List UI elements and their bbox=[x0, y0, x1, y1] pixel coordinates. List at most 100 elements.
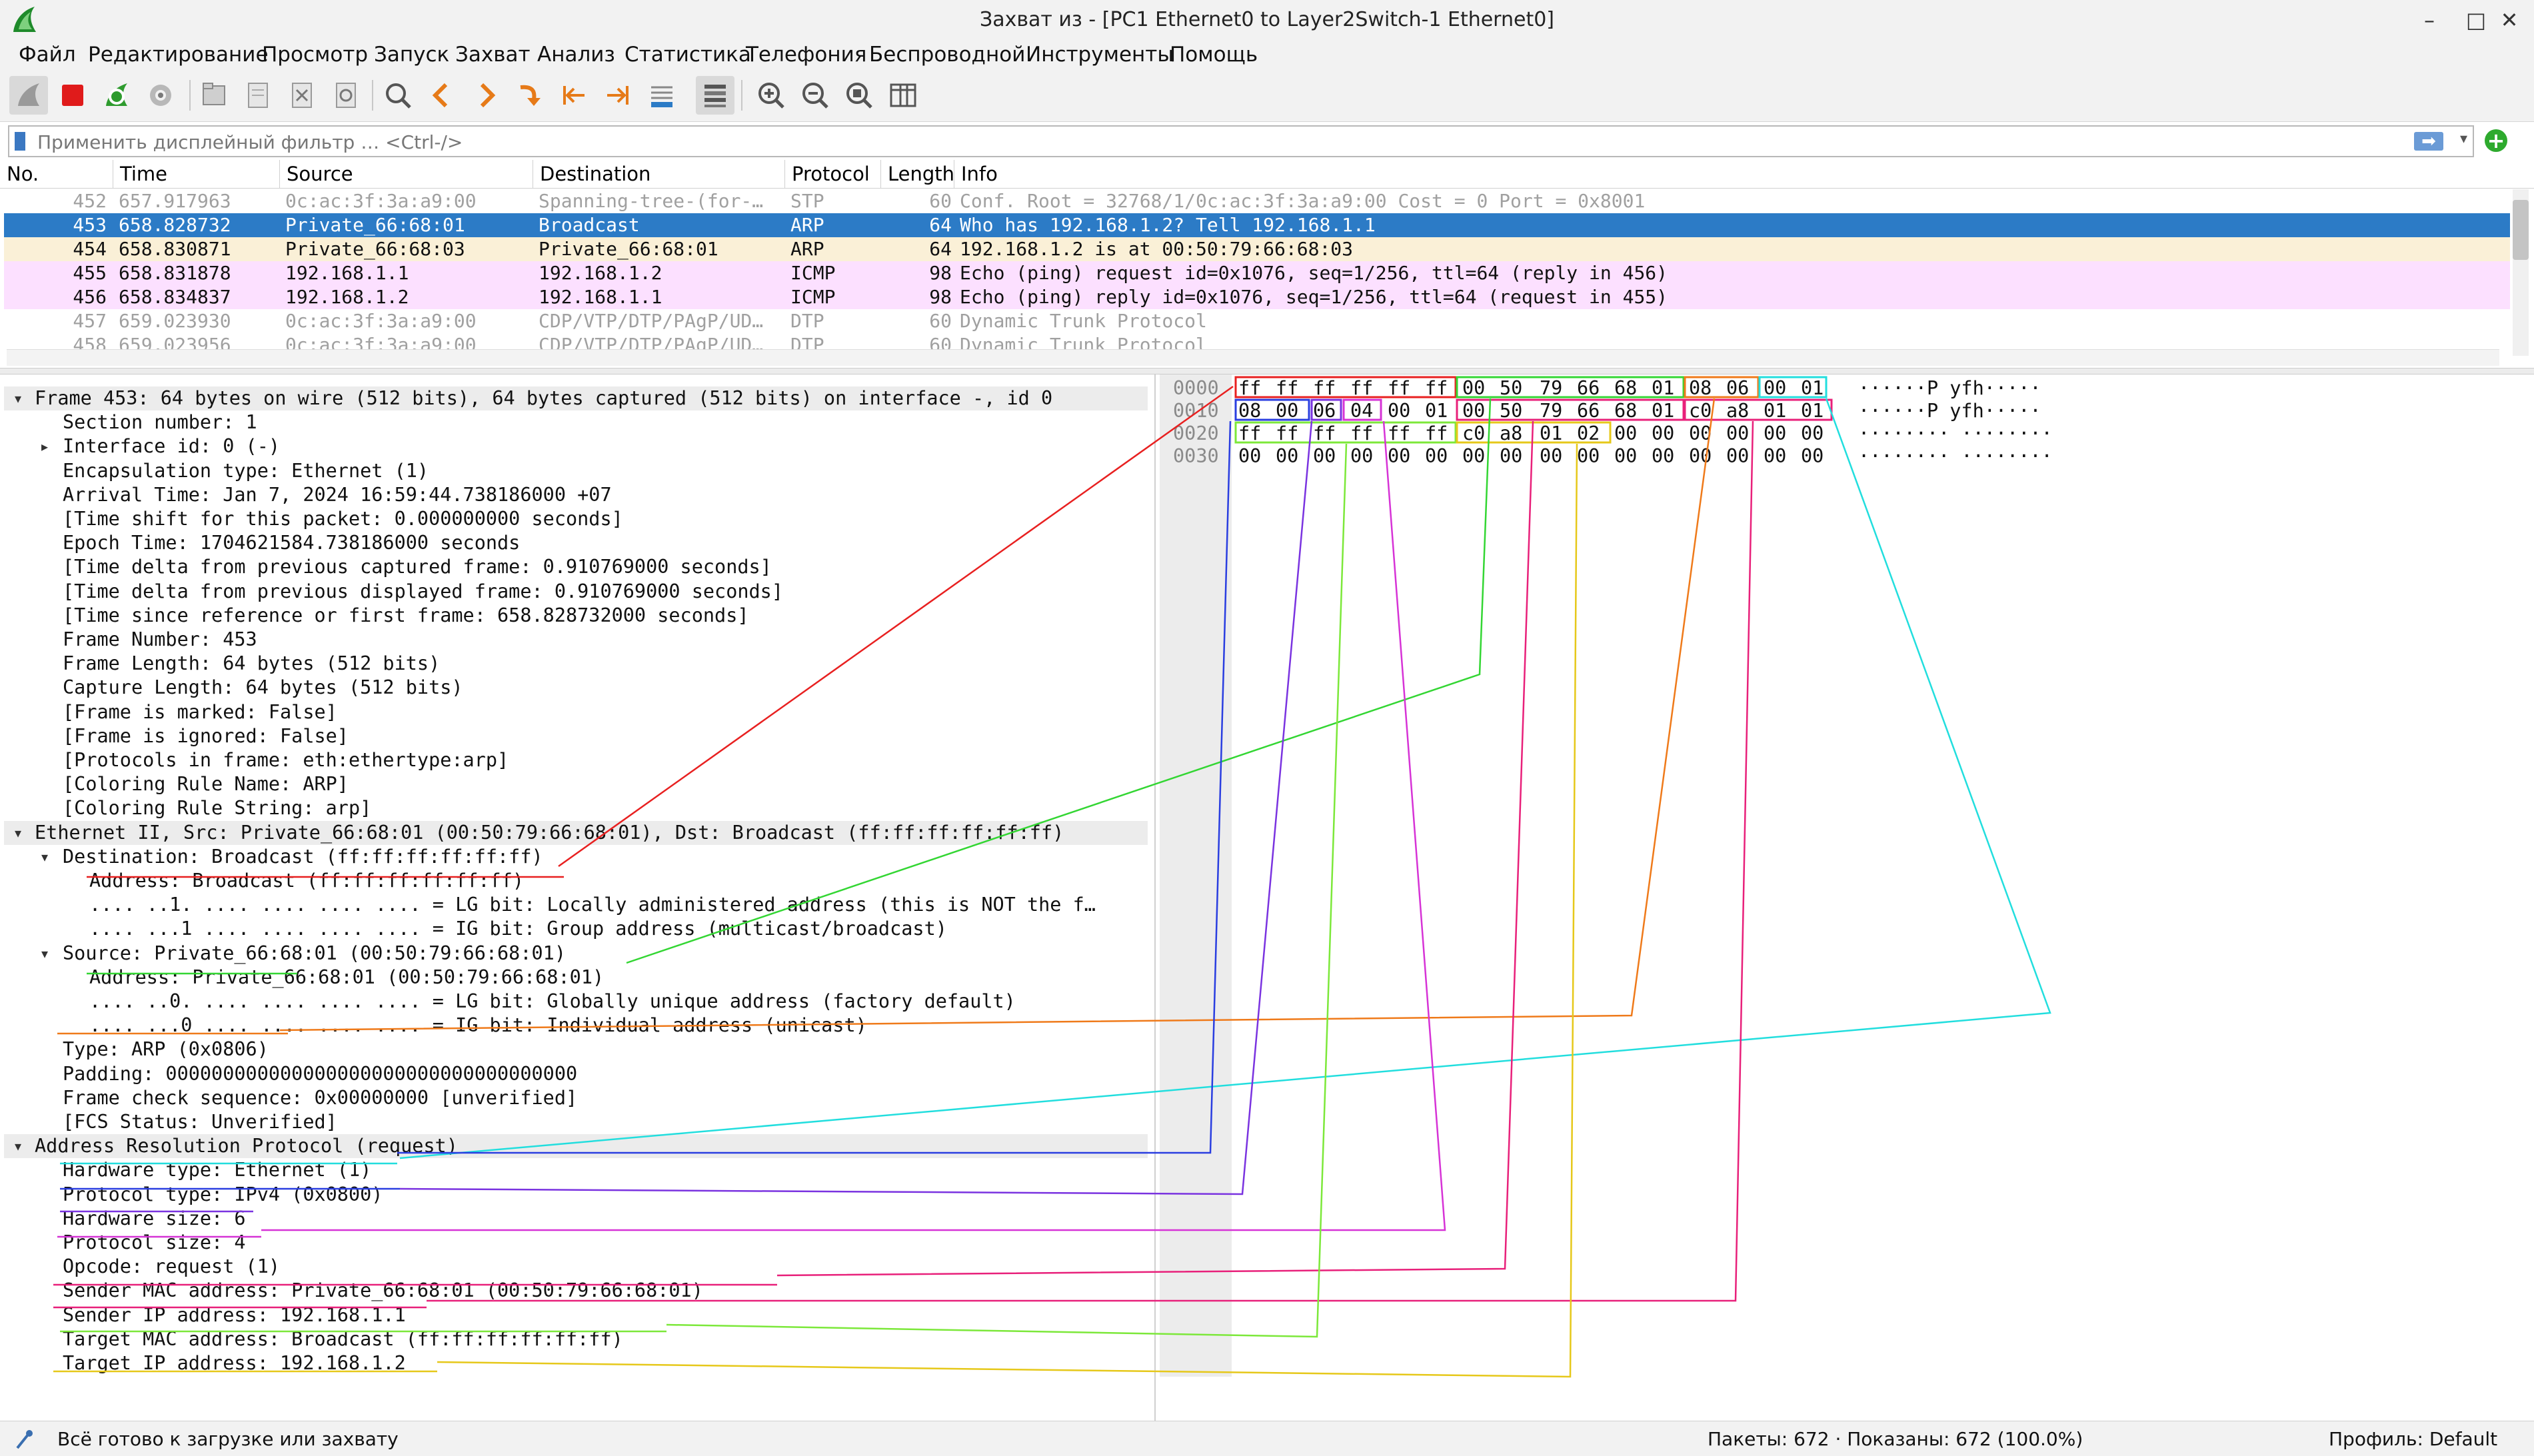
detail-field[interactable]: [Frame is ignored: False] bbox=[63, 724, 349, 748]
hex-byte[interactable]: ff bbox=[1276, 422, 1298, 445]
zoom-in-icon[interactable] bbox=[752, 76, 790, 115]
packet-list-scroll-thumb[interactable] bbox=[2513, 200, 2529, 260]
detail-field[interactable]: Hardware type: Ethernet (1) bbox=[63, 1158, 371, 1182]
ascii-dump[interactable]: ······P yfh····· bbox=[1858, 400, 2041, 422]
hex-byte[interactable]: 08 bbox=[1238, 400, 1261, 422]
hex-byte[interactable]: 00 bbox=[1462, 445, 1485, 468]
hex-byte[interactable]: 00 bbox=[1425, 445, 1448, 468]
hex-byte[interactable]: ff bbox=[1350, 377, 1373, 400]
column-protocol[interactable]: Protocol bbox=[785, 160, 881, 188]
hex-byte[interactable]: 50 bbox=[1500, 377, 1522, 400]
detail-field[interactable]: [Time since reference or first frame: 65… bbox=[63, 604, 749, 628]
hex-byte[interactable]: 08 bbox=[1689, 377, 1712, 400]
detail-field[interactable]: Arrival Time: Jan 7, 2024 16:59:44.73818… bbox=[63, 483, 612, 507]
hex-byte[interactable]: 00 bbox=[1388, 400, 1410, 422]
menu-telephony[interactable]: Телефония bbox=[746, 43, 866, 67]
menu-edit[interactable]: Редактирование bbox=[88, 43, 269, 67]
apply-filter-arrow-icon[interactable]: ➡ bbox=[2414, 132, 2443, 151]
menu-go[interactable]: Запуск bbox=[374, 43, 449, 67]
hex-byte[interactable]: ff bbox=[1276, 377, 1298, 400]
go-first-icon[interactable] bbox=[555, 76, 593, 115]
zoom-out-icon[interactable] bbox=[796, 76, 834, 115]
hex-byte[interactable]: 00 bbox=[1764, 445, 1786, 468]
hex-byte[interactable]: 01 bbox=[1652, 377, 1674, 400]
hex-byte[interactable]: 00 bbox=[1726, 422, 1749, 445]
display-filter-input[interactable] bbox=[36, 127, 2371, 157]
hex-byte[interactable]: 00 bbox=[1764, 377, 1786, 400]
expand-arrow-icon[interactable]: ▸ bbox=[41, 438, 48, 454]
ascii-dump[interactable]: ······P yfh····· bbox=[1858, 377, 2041, 400]
go-to-packet-icon[interactable] bbox=[511, 76, 549, 115]
hex-byte[interactable]: 01 bbox=[1801, 377, 1824, 400]
hex-byte[interactable]: 66 bbox=[1577, 377, 1600, 400]
detail-field[interactable]: .... ...1 .... .... .... .... = IG bit: … bbox=[89, 917, 947, 941]
detail-field[interactable]: [Time shift for this packet: 0.000000000… bbox=[63, 507, 623, 531]
detail-field[interactable]: .... ..0. .... .... .... .... = LG bit: … bbox=[89, 990, 1016, 1014]
filter-bookmark-icon[interactable] bbox=[15, 132, 25, 151]
expert-info-icon[interactable] bbox=[15, 1429, 37, 1449]
hex-byte[interactable]: 00 bbox=[1614, 445, 1637, 468]
detail-field[interactable]: Protocol type: IPv4 (0x0800) bbox=[63, 1183, 383, 1207]
hex-byte[interactable]: 01 bbox=[1652, 400, 1674, 422]
close-file-icon[interactable] bbox=[283, 76, 321, 115]
detail-field[interactable]: Address: Broadcast (ff:ff:ff:ff:ff:ff) bbox=[89, 869, 524, 893]
hex-byte[interactable]: ff bbox=[1425, 422, 1448, 445]
hex-byte[interactable]: 01 bbox=[1425, 400, 1448, 422]
hex-byte[interactable]: ff bbox=[1388, 422, 1410, 445]
detail-field[interactable]: [FCS Status: Unverified] bbox=[63, 1110, 337, 1134]
hex-byte[interactable]: 00 bbox=[1614, 422, 1637, 445]
hex-byte[interactable]: 68 bbox=[1614, 400, 1637, 422]
menu-wireless[interactable]: Беспроводной bbox=[869, 43, 1025, 67]
column-length[interactable]: Length bbox=[881, 160, 954, 188]
shark-fin-start-icon[interactable] bbox=[9, 76, 48, 115]
filter-history-dropdown-icon[interactable]: ▾ bbox=[2460, 131, 2467, 147]
hex-byte[interactable]: 00 bbox=[1238, 445, 1261, 468]
hex-byte[interactable]: 00 bbox=[1462, 377, 1485, 400]
detail-field[interactable]: [Frame is marked: False] bbox=[63, 700, 337, 724]
normal-size-icon[interactable] bbox=[840, 76, 878, 115]
packet-row[interactable]: 457 659.023930 0c:ac:3f:3a:a9:00 CDP/VTP/DT… bbox=[4, 309, 2510, 333]
hex-byte[interactable]: 04 bbox=[1350, 400, 1373, 422]
detail-field[interactable]: Hardware size: 6 bbox=[63, 1207, 246, 1231]
hex-byte[interactable]: 00 bbox=[1577, 445, 1600, 468]
detail-field[interactable]: Frame Length: 64 bytes (512 bits) bbox=[63, 652, 440, 676]
hex-byte[interactable]: ff bbox=[1313, 377, 1336, 400]
packet-row[interactable]: 456 658.834837 192.168.1.2 192.168.1.1 ICMP 9… bbox=[4, 285, 2510, 309]
detail-field[interactable]: Protocol size: 4 bbox=[63, 1231, 246, 1255]
menu-tools[interactable]: Инструменты bbox=[1026, 43, 1174, 67]
hex-byte[interactable]: 00 bbox=[1652, 422, 1674, 445]
detail-field[interactable]: [Coloring Rule String: arp] bbox=[63, 796, 371, 820]
detail-section[interactable]: Address Resolution Protocol (request) bbox=[4, 1134, 1148, 1159]
hex-byte[interactable]: ff bbox=[1425, 377, 1448, 400]
hex-byte[interactable]: 00 bbox=[1540, 445, 1562, 468]
hex-byte[interactable]: 00 bbox=[1801, 422, 1824, 445]
detail-section[interactable]: Frame 453: 64 bytes on wire (512 bits), … bbox=[4, 386, 1148, 410]
detail-field[interactable]: .... ..1. .... .... .... .... = LG bit: … bbox=[89, 893, 1096, 917]
go-last-icon[interactable] bbox=[599, 76, 637, 115]
packet-row[interactable]: 455 658.831878 192.168.1.1 192.168.1.2 ICMP 9… bbox=[4, 261, 2510, 285]
hex-byte[interactable]: 00 bbox=[1276, 400, 1298, 422]
collapse-arrow-icon[interactable]: ▾ bbox=[15, 390, 21, 406]
detail-field[interactable]: Sender MAC address: Private_66:68:01 (00… bbox=[63, 1279, 703, 1303]
detail-field[interactable]: .... ...0 .... .... .... .... = IG bit: … bbox=[89, 1014, 867, 1038]
detail-field[interactable]: Epoch Time: 1704621584.738186000 seconds bbox=[63, 531, 520, 555]
hex-byte[interactable]: 00 bbox=[1689, 445, 1712, 468]
hex-byte[interactable]: ff bbox=[1388, 377, 1410, 400]
menu-help[interactable]: Помощь bbox=[1170, 43, 1258, 67]
hex-byte[interactable]: 02 bbox=[1577, 422, 1600, 445]
hex-byte[interactable]: 00 bbox=[1652, 445, 1674, 468]
detail-field[interactable]: Source: Private_66:68:01 (00:50:79:66:68… bbox=[63, 942, 566, 966]
detail-field[interactable]: Target IP address: 192.168.1.2 bbox=[63, 1351, 406, 1375]
restart-capture-icon[interactable] bbox=[97, 76, 136, 115]
hex-byte[interactable]: a8 bbox=[1726, 400, 1749, 422]
hex-byte[interactable]: 00 bbox=[1726, 445, 1749, 468]
detail-field[interactable]: Sender IP address: 192.168.1.1 bbox=[63, 1303, 406, 1327]
autoscroll-icon[interactable] bbox=[642, 76, 681, 115]
hex-byte[interactable]: 00 bbox=[1313, 445, 1336, 468]
detail-field[interactable]: Address: Private_66:68:01 (00:50:79:66:6… bbox=[89, 966, 604, 990]
packet-row[interactable]: 454 658.830871 Private_66:68:03 Private_66:… bbox=[4, 237, 2510, 261]
minimize-button[interactable]: – bbox=[2413, 4, 2446, 36]
colorize-icon[interactable] bbox=[696, 76, 734, 115]
menu-capture[interactable]: Захват bbox=[455, 43, 531, 67]
find-packet-icon[interactable] bbox=[379, 76, 417, 115]
